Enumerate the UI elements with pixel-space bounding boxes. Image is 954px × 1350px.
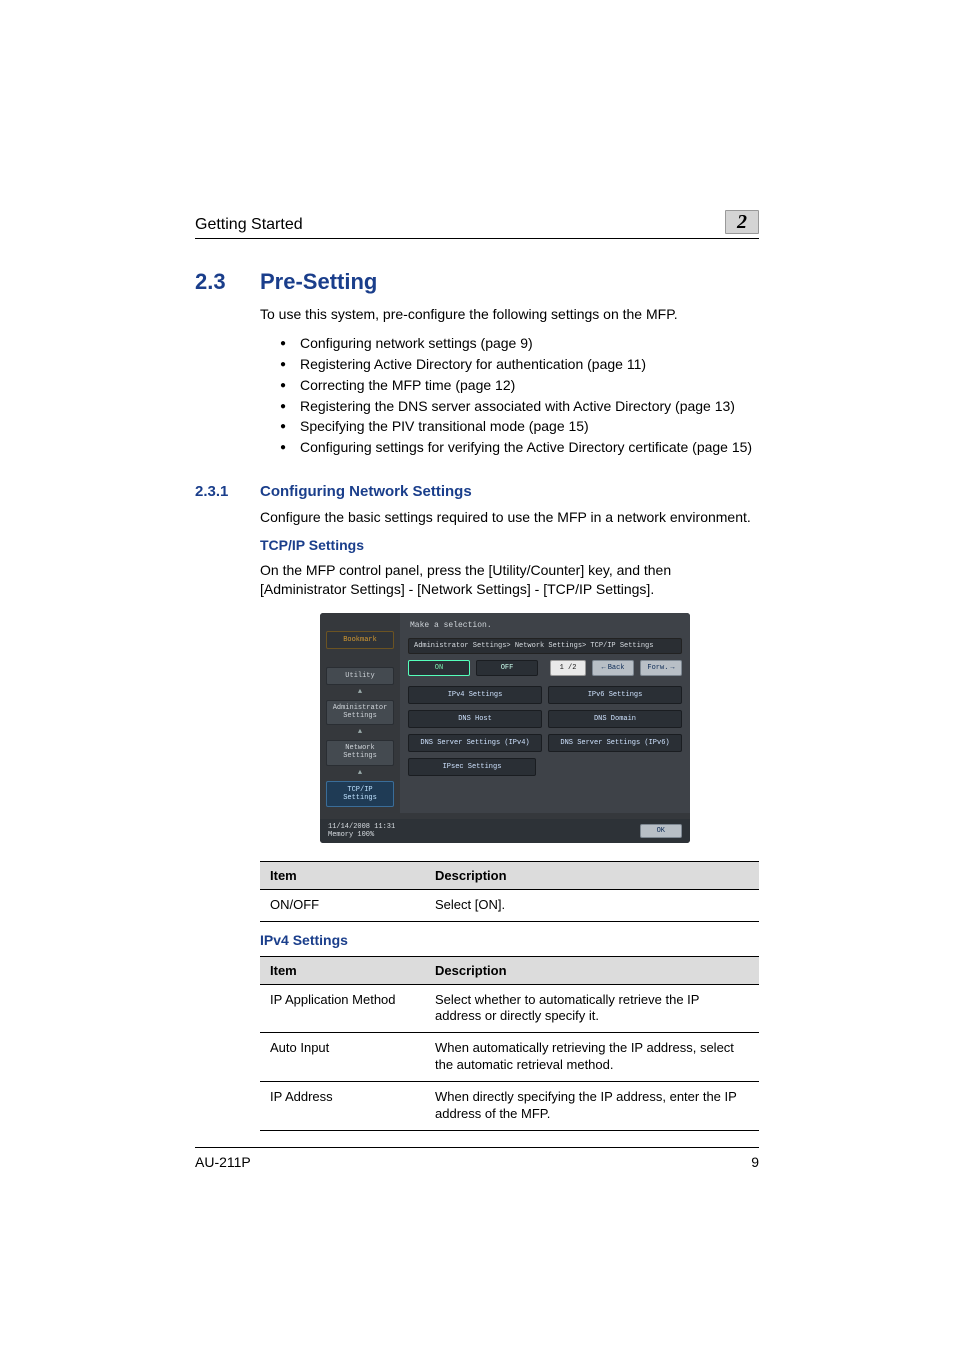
arrow-right-icon: → xyxy=(670,664,674,672)
th-item: Item xyxy=(260,861,425,889)
sidebar-tcpip[interactable]: TCP/IP Settings xyxy=(326,781,394,807)
ipv4-heading: IPv4 Settings xyxy=(260,932,759,948)
cell-item: IP Application Method xyxy=(260,984,425,1033)
section-intro: To use this system, pre-configure the fo… xyxy=(260,305,759,324)
onoff-table: Item Description ON/OFF Select [ON]. xyxy=(260,861,759,922)
panel-sidebar: Bookmark Utility ▲ Administrator Setting… xyxy=(320,613,400,813)
tile-dns-domain[interactable]: DNS Domain xyxy=(548,710,682,728)
chapter-badge: 2 xyxy=(725,210,759,234)
forward-button[interactable]: Forw.→ xyxy=(640,660,682,676)
cell-desc: When automatically retrieving the IP add… xyxy=(425,1033,759,1082)
table-row: Auto Input When automatically retrieving… xyxy=(260,1033,759,1082)
page-indicator: 1 /2 xyxy=(550,660,586,676)
chevron-up-icon: ▲ xyxy=(326,729,394,736)
table-row: IP Application Method Select whether to … xyxy=(260,984,759,1033)
list-item: Specifying the PIV transitional mode (pa… xyxy=(280,417,759,436)
chevron-up-icon: ▲ xyxy=(326,770,394,777)
cell-desc: When directly specifying the IP address,… xyxy=(425,1082,759,1131)
tile-ipv6[interactable]: IPv6 Settings xyxy=(548,686,682,704)
list-item: Registering Active Directory for authent… xyxy=(280,355,759,374)
off-button[interactable]: OFF xyxy=(476,660,538,676)
th-desc: Description xyxy=(425,956,759,984)
sidebar-network[interactable]: Network Settings xyxy=(326,740,394,765)
page-footer: AU-211P 9 xyxy=(195,1147,759,1170)
panel-footer: 11/14/2008 11:31 Memory 100% OK xyxy=(320,819,690,843)
cell-item: ON/OFF xyxy=(260,889,425,921)
cell-item: Auto Input xyxy=(260,1033,425,1082)
back-button[interactable]: ←Back xyxy=(592,660,634,676)
th-item: Item xyxy=(260,956,425,984)
tcpip-heading: TCP/IP Settings xyxy=(260,537,759,553)
subsection-heading: 2.3.1 Configuring Network Settings xyxy=(195,483,759,500)
tile-dns-srv-v4[interactable]: DNS Server Settings (IPv4) xyxy=(408,734,542,752)
cell-item: IP Address xyxy=(260,1082,425,1131)
table-row: IP Address When directly specifying the … xyxy=(260,1082,759,1131)
panel-memory: Memory 100% xyxy=(328,831,395,839)
list-item: Correcting the MFP time (page 12) xyxy=(280,376,759,395)
on-button[interactable]: ON xyxy=(408,660,470,676)
table-row: ON/OFF Select [ON]. xyxy=(260,889,759,921)
tile-ipsec[interactable]: IPsec Settings xyxy=(408,758,536,776)
tile-dns-host[interactable]: DNS Host xyxy=(408,710,542,728)
subsection-number: 2.3.1 xyxy=(195,483,240,500)
tile-ipv4[interactable]: IPv4 Settings xyxy=(408,686,542,704)
mfp-panel: Bookmark Utility ▲ Administrator Setting… xyxy=(320,613,690,843)
sidebar-admin[interactable]: Administrator Settings xyxy=(326,700,394,725)
section-heading: 2.3 Pre-Setting xyxy=(195,269,759,295)
arrow-left-icon: ← xyxy=(601,664,605,672)
footer-model: AU-211P xyxy=(195,1154,251,1170)
panel-breadcrumb: Administrator Settings> Network Settings… xyxy=(408,638,682,654)
bullet-list: Configuring network settings (page 9) Re… xyxy=(280,334,759,457)
sidebar-bookmark[interactable]: Bookmark xyxy=(326,631,394,649)
panel-instruction: Make a selection. xyxy=(410,621,682,630)
list-item: Registering the DNS server associated wi… xyxy=(280,397,759,416)
section-number: 2.3 xyxy=(195,269,240,295)
footer-page: 9 xyxy=(751,1154,759,1170)
cell-desc: Select [ON]. xyxy=(425,889,759,921)
running-header: Getting Started 2 xyxy=(195,210,759,239)
tcpip-para: On the MFP control panel, press the [Uti… xyxy=(260,561,759,599)
section-title: Pre-Setting xyxy=(260,269,377,295)
panel-datetime: 11/14/2008 11:31 xyxy=(328,823,395,831)
chevron-up-icon: ▲ xyxy=(326,689,394,696)
ok-button[interactable]: OK xyxy=(640,824,682,838)
cell-desc: Select whether to automatically retrieve… xyxy=(425,984,759,1033)
th-desc: Description xyxy=(425,861,759,889)
list-item: Configuring settings for verifying the A… xyxy=(280,438,759,457)
subsection-para: Configure the basic settings required to… xyxy=(260,508,759,527)
tile-dns-srv-v6[interactable]: DNS Server Settings (IPv6) xyxy=(548,734,682,752)
running-title: Getting Started xyxy=(195,216,303,234)
subsection-title: Configuring Network Settings xyxy=(260,483,472,500)
list-item: Configuring network settings (page 9) xyxy=(280,334,759,353)
ipv4-table: Item Description IP Application Method S… xyxy=(260,956,759,1131)
sidebar-utility[interactable]: Utility xyxy=(326,667,394,685)
